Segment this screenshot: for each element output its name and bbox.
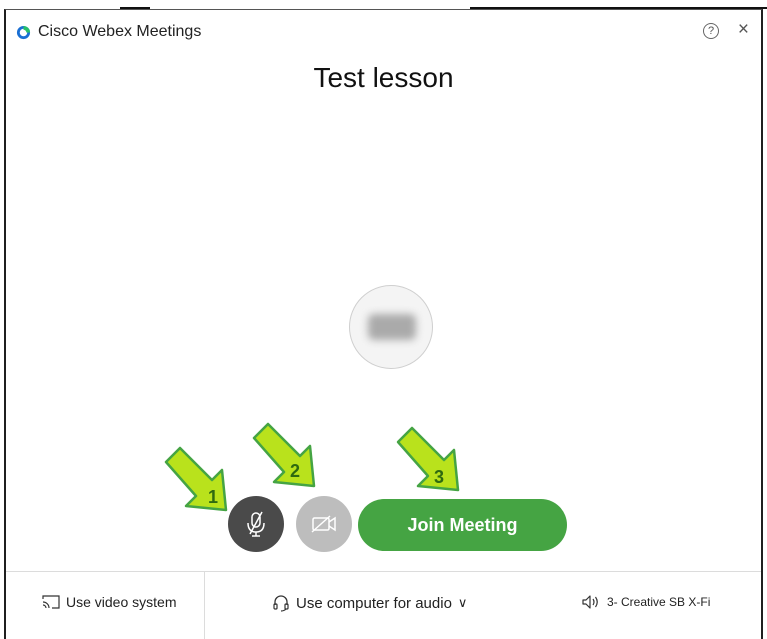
speaker-device-label: 3- Creative SB X-Fi — [607, 595, 711, 609]
close-button[interactable]: × — [738, 20, 749, 40]
webex-window: Cisco Webex Meetings ? × Test lesson 1 2… — [4, 9, 763, 639]
footer-divider — [204, 572, 205, 639]
microphone-muted-icon — [247, 511, 265, 537]
annotation-number-3: 3 — [434, 467, 444, 487]
use-video-system-button[interactable]: Use video system — [42, 594, 176, 610]
use-video-system-label: Use video system — [66, 594, 177, 610]
video-off-icon — [311, 515, 336, 533]
mute-button[interactable] — [228, 496, 284, 552]
video-button[interactable] — [296, 496, 352, 552]
join-meeting-button[interactable]: Join Meeting — [358, 499, 567, 551]
avatar-blurred-initials — [368, 314, 416, 340]
help-button[interactable]: ? — [703, 23, 719, 39]
headset-icon — [273, 595, 289, 612]
speaker-selector[interactable]: 3- Creative SB X-Fi — [581, 594, 710, 610]
webex-logo-icon — [16, 25, 31, 40]
speaker-icon — [582, 595, 598, 609]
annotation-arrow-2: 2 — [252, 422, 316, 488]
audio-option-label: Use computer for audio — [296, 594, 452, 612]
avatar — [349, 285, 433, 369]
annotation-number-2: 2 — [290, 461, 300, 481]
cast-icon — [42, 595, 60, 609]
audio-connection-dropdown[interactable]: Use computer for audio ∨ — [272, 594, 467, 612]
title-bar: Cisco Webex Meetings ? × — [6, 10, 761, 48]
annotation-number-1: 1 — [208, 487, 218, 507]
meeting-title: Test lesson — [313, 62, 454, 93]
annotation-arrow-3: 3 — [396, 426, 460, 492]
chevron-down-icon: ∨ — [457, 595, 468, 610]
footer-bar: Use video system Use computer for audio … — [6, 571, 761, 639]
window-title: Cisco Webex Meetings — [38, 23, 202, 40]
